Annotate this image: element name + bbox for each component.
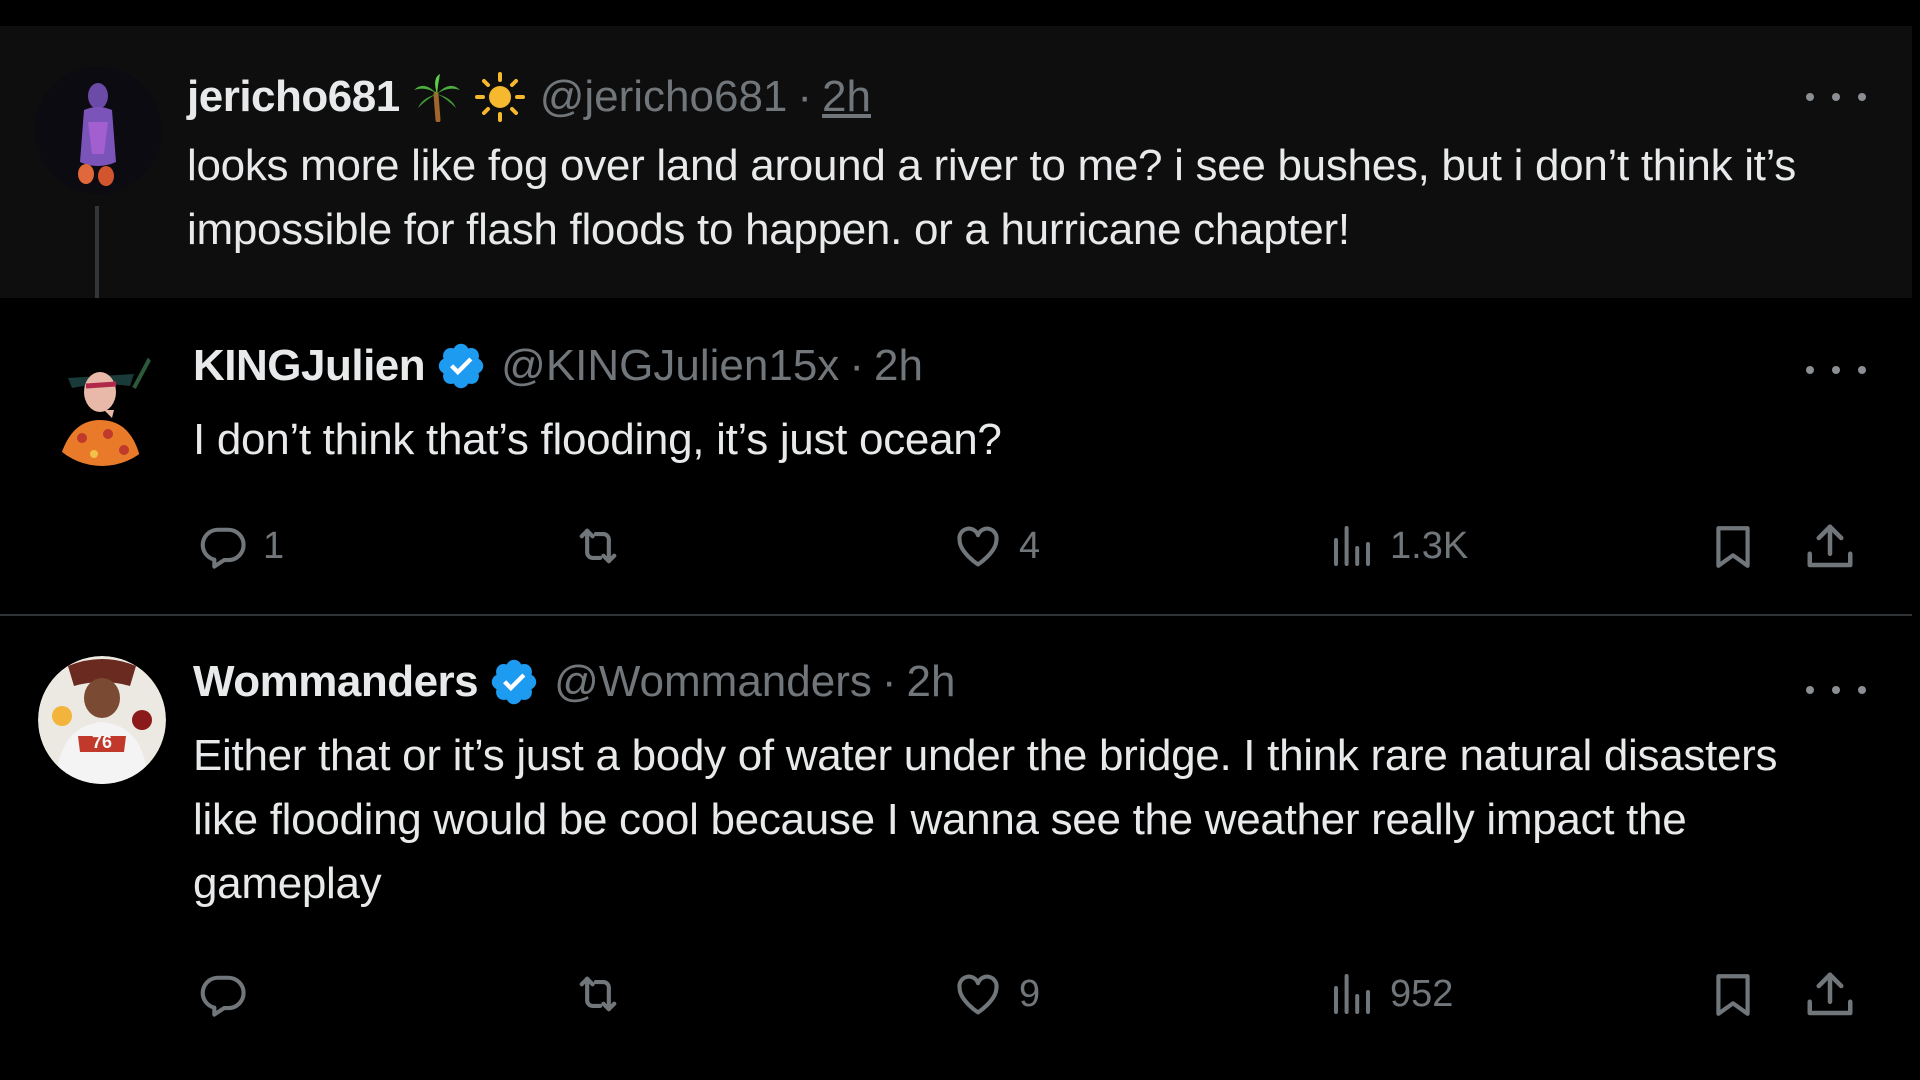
share-button[interactable] xyxy=(1803,520,1857,574)
tweet-kingjulien[interactable]: KINGJulien @KINGJulien15x · 2h I don’t t… xyxy=(0,298,1912,616)
views-button[interactable]: 952 xyxy=(1328,968,1453,1020)
bookmark-button[interactable] xyxy=(1708,968,1758,1022)
tweet-text: looks more like fog over land around a r… xyxy=(187,141,1796,254)
reply-count: 1 xyxy=(263,524,285,567)
share-icon xyxy=(1807,972,1853,1016)
repost-button[interactable] xyxy=(570,520,640,572)
views-button[interactable]: 1.3K xyxy=(1328,520,1468,572)
reply-icon xyxy=(200,527,246,569)
top-strip xyxy=(0,0,1920,26)
separator-dot: · xyxy=(797,72,813,121)
jersey-number-mark: 76 xyxy=(92,732,112,752)
display-name[interactable]: KINGJulien xyxy=(193,338,426,394)
repost-icon xyxy=(579,976,617,1012)
timestamp[interactable]: 2h xyxy=(822,69,871,125)
handle[interactable]: @KINGJulien15x xyxy=(501,338,839,394)
handle[interactable]: @Wommanders xyxy=(554,654,872,710)
heart-icon xyxy=(957,974,999,1015)
tweet-header: Wommanders @Wommanders · 2h xyxy=(193,654,955,710)
views-icon xyxy=(1334,974,1370,1014)
more-icon[interactable] xyxy=(1806,87,1866,107)
reply-button[interactable]: 1 xyxy=(197,520,284,572)
like-button[interactable]: 4 xyxy=(951,520,1040,572)
avatar[interactable]: 76 xyxy=(38,656,166,784)
timestamp[interactable]: 2h xyxy=(907,654,956,710)
thread-line xyxy=(95,206,99,298)
display-name[interactable]: Wommanders xyxy=(193,654,479,710)
display-name[interactable]: jericho681 xyxy=(187,69,400,125)
share-icon xyxy=(1807,524,1853,568)
tweet-jericho681[interactable]: jericho681 @jericho681 · 2h looks more l… xyxy=(0,26,1912,298)
views-count: 1.3K xyxy=(1390,524,1469,567)
bookmark-button[interactable] xyxy=(1708,520,1758,574)
avatar[interactable] xyxy=(34,66,162,194)
views-count: 952 xyxy=(1390,972,1454,1015)
like-count: 4 xyxy=(1019,524,1041,567)
share-button[interactable] xyxy=(1803,968,1857,1022)
bookmark-icon xyxy=(1716,974,1750,1016)
repost-icon xyxy=(579,528,617,564)
reply-button[interactable] xyxy=(197,968,263,1020)
like-count: 9 xyxy=(1019,972,1041,1015)
tweet-header: KINGJulien @KINGJulien15x · 2h xyxy=(193,338,923,394)
views-icon xyxy=(1334,526,1370,566)
reply-icon xyxy=(200,975,246,1017)
verified-badge-icon xyxy=(435,340,487,392)
more-icon[interactable] xyxy=(1806,360,1866,380)
tweet-wommanders[interactable]: 76 Wommanders @Wommanders · 2h Either th… xyxy=(0,618,1912,1080)
avatar[interactable] xyxy=(38,338,166,466)
verified-badge-icon xyxy=(488,656,540,708)
tweet-header: jericho681 @jericho681 · 2h xyxy=(187,69,871,125)
reply-thread: jericho681 @jericho681 · 2h looks more l… xyxy=(0,0,1920,1080)
tweet-text: I don’t think that’s flooding, it’s just… xyxy=(193,415,1002,464)
handle[interactable]: @jericho681 xyxy=(540,69,788,125)
tweet-text: Either that or it’s just a body of water… xyxy=(193,731,1778,908)
like-button[interactable]: 9 xyxy=(951,968,1040,1020)
separator-dot: · xyxy=(849,341,864,390)
timestamp[interactable]: 2h xyxy=(874,338,923,394)
palm-tree-icon xyxy=(412,72,462,122)
more-icon[interactable] xyxy=(1806,680,1866,700)
sun-icon xyxy=(474,71,526,123)
separator-dot: · xyxy=(881,657,897,706)
repost-button[interactable] xyxy=(570,968,640,1020)
heart-icon xyxy=(957,526,999,567)
bookmark-icon xyxy=(1716,526,1750,568)
